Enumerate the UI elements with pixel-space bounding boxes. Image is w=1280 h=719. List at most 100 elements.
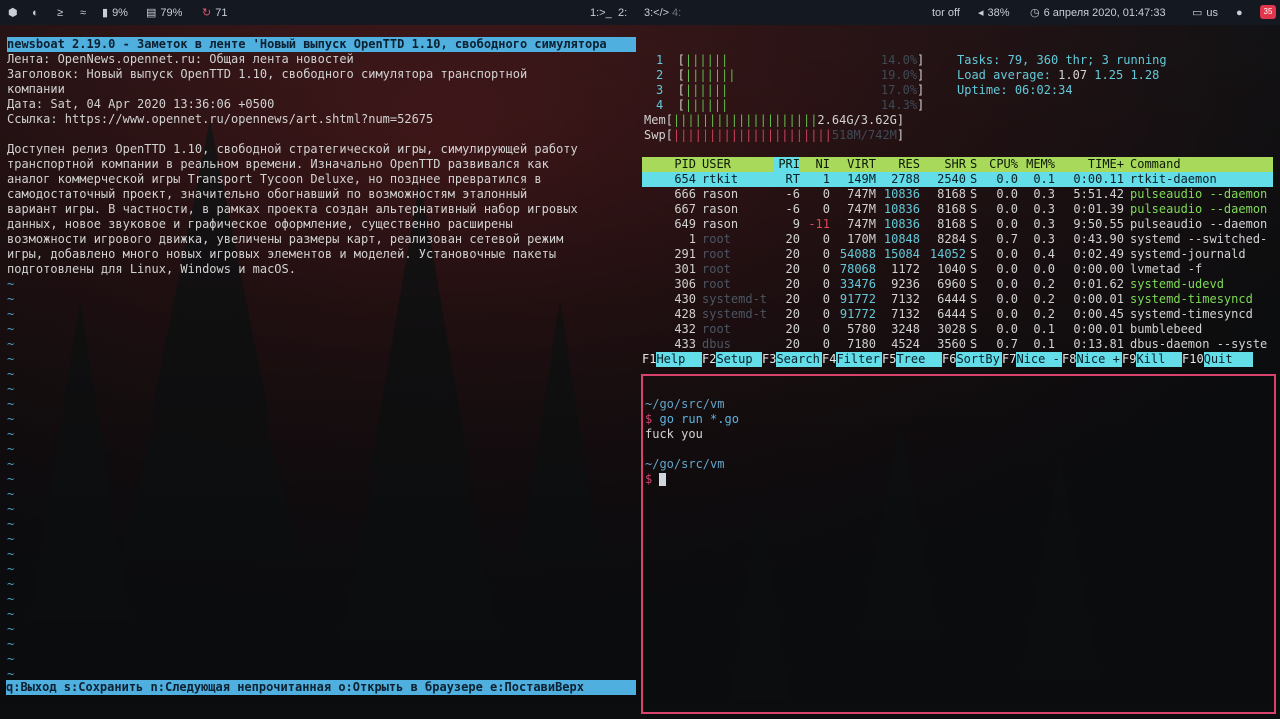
column-header-virt[interactable]: VIRT [832,157,876,172]
fkey-help[interactable]: F1Help [642,352,703,367]
process-shr: 2540 [937,172,966,186]
cpu-meter: 3 [|||||| 17.0%] [656,83,925,97]
process-table-header[interactable]: PID USER PRI NI VIRT RES SHR S CPU% MEM% TIME+ Comm… [642,157,1273,172]
fkey-nice[interactable]: F8Nice + [1062,352,1123,367]
tasks-info: Tasks: 79, 360 thr; 3 running [957,53,1167,67]
process-row[interactable]: 306 root 20 0 33476 9236 6960 S 0.0 0.2 0:01.62 sys… [642,277,1273,292]
process-ni: 0 [822,292,830,306]
process-shr: 3028 [937,322,966,336]
process-row[interactable]: 301 root 20 0 78068 1172 1040 S 0.0 0.0 0:00.00 lvm… [642,262,1273,277]
process-row[interactable]: 667 rason -6 0 747M 10836 8168 S 0.0 0.3 0:01.39 pu… [642,202,1273,217]
process-row[interactable]: 649 rason 9 -11 747M 10836 8168 S 0.0 0.3 9:50.55 p… [642,217,1273,232]
fkey-search[interactable]: F3Search [762,352,823,367]
process-pid: 654 [674,172,696,186]
circle-icon[interactable]: ● [1236,6,1243,20]
column-header-mem[interactable]: MEM% [1022,157,1055,172]
fkey-sortby[interactable]: F6SortBy [942,352,1003,367]
process-shr: 8168 [937,202,966,216]
process-ni: 0 [822,322,830,336]
column-header-pid[interactable]: PID [658,157,696,172]
process-row[interactable]: 291 root 20 0 54088 15084 14052 S 0.0 0.4 0:02.49 s… [642,247,1273,262]
column-header-s[interactable]: S [970,157,982,172]
column-header-ni[interactable]: NI [802,157,830,172]
fkey-kill[interactable]: F9Kill [1122,352,1183,367]
clock[interactable]: ◷ 6 апреля 2020, 01:47:33 [1030,6,1166,20]
process-row[interactable]: 430 systemd-t 20 0 91772 7132 6444 S 0.0 0.2 0:00.… [642,292,1273,307]
fkey-setup[interactable]: F2Setup [702,352,763,367]
process-cpu: 0.7 [996,337,1018,351]
empty-line-marker: ~ [7,472,15,486]
process-mem: 0.0 [1033,262,1055,276]
column-header-cpu[interactable]: CPU% [984,157,1018,172]
process-pid: 291 [674,247,696,261]
process-cpu: 0.0 [996,262,1018,276]
fkey-nice[interactable]: F7Nice - [1002,352,1063,367]
column-header-shr[interactable]: SHR [922,157,966,172]
process-cmd: pulseaudio --daemon [1130,187,1268,201]
process-cpu: 0.0 [996,202,1018,216]
workspace-2[interactable]: 2: [618,6,627,20]
process-ni: 0 [822,337,830,351]
process-cpu: 0.0 [996,322,1018,336]
process-shr: 3560 [937,337,966,351]
column-header-cmd[interactable]: Command [1130,157,1273,172]
empty-line-marker: ~ [7,427,15,441]
newsboat-pane[interactable]: newsboat 2.19.0 - Заметок в ленте 'Новый… [0,30,642,716]
process-pid: 666 [674,187,696,201]
shell-prompt-line[interactable]: $ [645,472,667,487]
volume-status[interactable]: ◂ 38% [978,6,1010,20]
article-header-line: Дата: Sat, 04 Apr 2020 13:36:06 +0500 [7,97,275,111]
process-user: systemd-t [702,307,768,321]
column-header-time[interactable]: TIME+ [1058,157,1124,172]
empty-line-marker: ~ [7,577,15,591]
moon-icon[interactable]: ◐ [32,6,39,20]
article-body-line: игры, добавлено много новых игровых элем… [7,247,557,261]
terminal-icon[interactable]: ≥ [57,6,63,20]
volume-icon: ◂ [978,7,984,20]
article-header-line: Лента: OpenNews.opennet.ru: Общая лента … [7,52,354,66]
column-header-pri[interactable]: PRI [774,157,800,172]
process-mem: 0.1 [1033,172,1055,186]
notification-badge[interactable]: 35 [1260,5,1276,19]
process-virt: 7180 [847,337,876,351]
process-cpu: 0.0 [996,217,1018,231]
process-res: 15084 [883,247,920,261]
updates-status[interactable]: ↻ 71 [202,6,227,20]
tor-status[interactable]: tor off [932,6,960,20]
process-ni: 0 [822,232,830,246]
process-row[interactable]: 428 systemd-t 20 0 91772 7132 6444 S 0.0 0.2 0:00.… [642,307,1273,322]
process-s: S [970,247,978,261]
process-cpu: 0.0 [996,277,1018,291]
process-row[interactable]: 1 root 20 0 170M 10848 8284 S 0.7 0.3 0:43.90 syste… [642,232,1273,247]
hexagon-icon[interactable]: ⬢ [8,6,18,20]
process-row[interactable]: 433 dbus 20 0 7180 4524 3560 S 0.7 0.1 0:13.81 dbus… [642,337,1273,352]
rss-icon[interactable]: ≈ [80,6,86,20]
process-row[interactable]: 666 rason -6 0 747M 10836 8168 S 0.0 0.3 5:51.42 pu… [642,187,1273,202]
fkey-filter[interactable]: F4Filter [822,352,883,367]
shell-terminal-pane[interactable]: ~/go/src/vm $ go run *.go fuck you ~/go/… [641,374,1276,714]
fkey-quit[interactable]: F10Quit [1182,352,1254,367]
column-header-res[interactable]: RES [878,157,920,172]
process-user: systemd-t [702,292,768,306]
fkey-tree[interactable]: F5Tree [882,352,943,367]
process-pid: 667 [674,202,696,216]
workspace-1[interactable]: 1:>_ [590,6,612,20]
process-s: S [970,202,978,216]
process-row[interactable]: 654 rtkit RT 1 149M 2788 2540 S 0.0 0.1 0:00.11 rtk… [642,172,1273,187]
load-average: Load average: 1.07 1.25 1.28 [957,68,1160,82]
process-mem: 0.2 [1033,292,1055,306]
htop-pane[interactable]: 1 [|||||| 14.0%] 2 [||||||| 19.0%] 3 [||||||… [642,40,1278,370]
column-header-user[interactable]: USER [702,157,772,172]
article-body-line: данных, новое звуковое и графическое офо… [7,217,513,231]
process-row[interactable]: 432 root 20 0 5780 3248 3028 S 0.0 0.1 0:00.01 bumb… [642,322,1273,337]
process-cmd: pulseaudio --daemon [1130,217,1268,231]
workspace-4[interactable]: 4: [672,6,681,20]
process-s: S [970,307,978,321]
keyboard-layout[interactable]: ▭ us [1192,6,1218,20]
process-res: 2788 [891,172,920,186]
process-virt: 747M [847,187,876,201]
empty-line-marker: ~ [7,457,15,471]
workspace-3[interactable]: 3:</> [644,6,669,20]
empty-line-marker: ~ [7,637,15,651]
htop-function-keys: F1Help F2Setup F3Search F4Filter F5Tree F6Sor… [642,352,1273,367]
